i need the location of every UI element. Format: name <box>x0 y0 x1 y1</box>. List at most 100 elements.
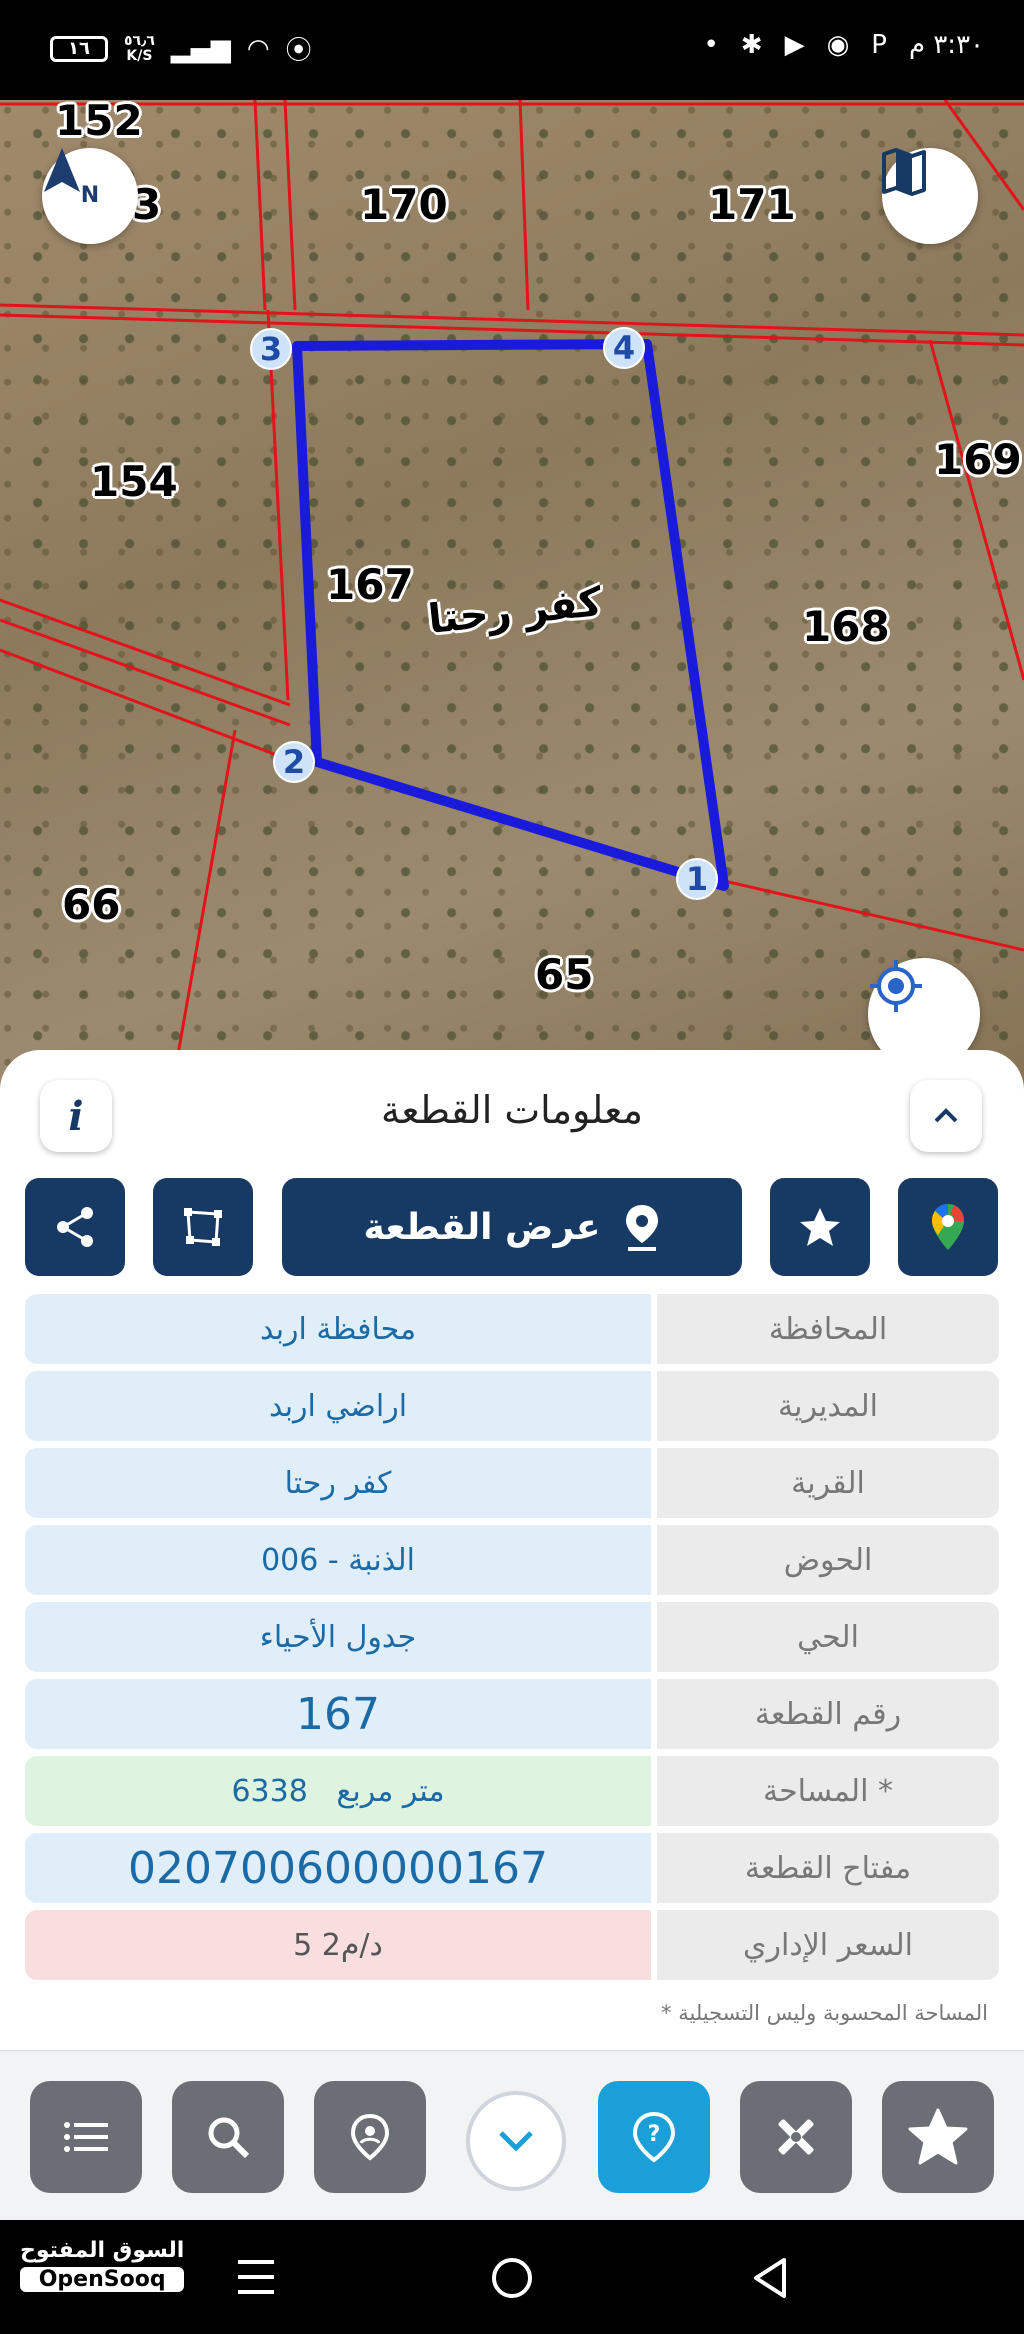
plot-info-panel: N i معلومات القطعة عرض القطعة <box>0 1050 1024 2050</box>
info-row: الذنبة - 006 الحوض <box>25 1525 999 1595</box>
plot-label[interactable]: 152 <box>55 100 143 145</box>
list-icon <box>64 2122 108 2152</box>
google-maps-icon <box>932 1204 964 1250</box>
plot-label[interactable]: 170 <box>360 180 448 229</box>
action-row: عرض القطعة <box>0 1178 1024 1278</box>
favorites-button[interactable] <box>882 2081 994 2193</box>
list-button[interactable] <box>30 2081 142 2193</box>
area-value: 6338 متر مربع <box>25 1756 651 1826</box>
map-layers-button[interactable] <box>882 148 978 244</box>
north-letter: N <box>80 183 100 208</box>
basin-label: الحوض <box>657 1525 999 1595</box>
locate-me-icon <box>870 960 922 1012</box>
info-row: 020700600000167 مفتاح القطعة <box>25 1833 999 1903</box>
home-icon[interactable] <box>490 2256 534 2300</box>
my-location-button[interactable] <box>314 2081 426 2193</box>
show-plot-button[interactable]: عرض القطعة <box>282 1178 742 1276</box>
info-row: 6338 متر مربع المساحة * <box>25 1756 999 1826</box>
admin-price-label: السعر الإداري <box>657 1910 999 1980</box>
panel-header: N i معلومات القطعة <box>0 1050 1024 1170</box>
opensooq-watermark: السوق المفتوح OpenSooq <box>20 2238 185 2292</box>
help-pin-icon: ? <box>632 2111 676 2163</box>
chrome-icon: ◉ <box>826 30 850 60</box>
draw-shape-button[interactable] <box>153 1178 253 1276</box>
location-pin-icon <box>350 2113 390 2161</box>
info-row: جدول الأحياء الحي <box>25 1602 999 1672</box>
parcel-vertex: 4 <box>603 327 645 369</box>
signal-icon: ▂▄▆ <box>170 33 231 64</box>
svg-text:?: ? <box>648 2122 661 2147</box>
favorite-button[interactable] <box>770 1178 870 1276</box>
plot-number-label: رقم القطعة <box>657 1679 999 1749</box>
governorate-value: محافظة اربد <box>25 1294 651 1364</box>
measure-tools-button[interactable] <box>740 2081 852 2193</box>
star-icon <box>908 2108 968 2165</box>
info-row: اراضي اربد المديرية <box>25 1371 999 1441</box>
plot-key-value: 020700600000167 <box>25 1833 651 1903</box>
neighborhood-value: جدول الأحياء <box>25 1602 651 1672</box>
parking-icon: P <box>871 30 887 60</box>
network-speed: ٥٦٫٦ K/S <box>124 32 155 64</box>
map-layers-icon <box>882 148 926 196</box>
parcel-vertex: 1 <box>676 858 718 900</box>
panel-title: معلومات القطعة <box>381 1088 643 1132</box>
plot-label[interactable]: 154 <box>90 457 178 506</box>
directorate-label: المديرية <box>657 1371 999 1441</box>
plot-label[interactable]: 66 <box>62 880 120 929</box>
status-bar: ١٦ ٥٦٫٦ K/S ▂▄▆ ◠ ⦿ • ✱ ▶ ◉ P ٣:٣٠ م <box>0 0 1024 100</box>
net-speed-value: ٥٦٫٦ <box>124 32 155 49</box>
back-icon[interactable] <box>750 2256 790 2300</box>
tools-icon <box>778 2119 814 2155</box>
plot-label[interactable]: 65 <box>535 950 593 999</box>
governorate-label: المحافظة <box>657 1294 999 1364</box>
chevron-down-icon <box>499 2131 533 2152</box>
plot-label[interactable]: 171 <box>708 180 796 229</box>
recent-apps-icon[interactable] <box>236 2258 276 2296</box>
info-row: محافظة اربد المحافظة <box>25 1294 999 1364</box>
plot-label[interactable]: 168 <box>802 602 890 651</box>
compass-north-icon <box>44 148 80 192</box>
search-icon <box>208 2117 250 2159</box>
info-row: 167 رقم القطعة <box>25 1679 999 1749</box>
village-label: القرية <box>657 1448 999 1518</box>
parcel-vertex: 2 <box>273 741 315 783</box>
info-row: كفر رحتا القرية <box>25 1448 999 1518</box>
map-pin-icon <box>626 1205 659 1251</box>
wifi-icon: ◠ <box>246 33 270 64</box>
village-value: كفر رحتا <box>25 1448 651 1518</box>
app-icon: ✱ <box>740 30 763 60</box>
plot-label[interactable]: 169 <box>934 435 1022 484</box>
clock: ٣:٣٠ م <box>908 30 984 60</box>
battery-icon: ١٦ <box>50 35 108 62</box>
watermark-arabic: السوق المفتوح <box>20 2238 185 2263</box>
neighborhood-label: الحي <box>657 1602 999 1672</box>
show-plot-label: عرض القطعة <box>363 1206 601 1248</box>
google-maps-button[interactable] <box>898 1178 998 1276</box>
bottom-toolbar: ? <box>0 2050 1024 2221</box>
polygon-select-icon <box>184 1208 222 1246</box>
info-row: 5 د/م2 السعر الإداري <box>25 1910 999 1980</box>
chevron-up-icon <box>934 1108 958 1123</box>
area-footnote: * المساحة المحسوبة وليس التسجيلية <box>661 2001 988 2025</box>
parcel-vertex: 3 <box>250 328 292 370</box>
map-view[interactable]: 152 3 170 171 154 169 167 168 66 65 كفر … <box>0 100 1024 1100</box>
plot-label[interactable]: 167 <box>326 560 414 609</box>
help-button[interactable]: ? <box>598 2081 710 2193</box>
plot-info-table: محافظة اربد المحافظة اراضي اربد المديرية… <box>25 1294 999 1987</box>
share-button[interactable] <box>25 1178 125 1276</box>
admin-price-value: 5 د/م2 <box>25 1910 651 1980</box>
dot-icon: • <box>703 30 719 60</box>
collapse-button[interactable] <box>910 1080 982 1152</box>
search-button[interactable] <box>172 2081 284 2193</box>
star-icon <box>800 1208 840 1246</box>
share-icon <box>57 1207 93 1247</box>
compass-north-button[interactable]: N <box>42 148 138 244</box>
directorate-value: اراضي اربد <box>25 1371 651 1441</box>
expand-menu-button[interactable] <box>466 2091 566 2191</box>
basin-value: الذنبة - 006 <box>25 1525 651 1595</box>
watermark-english: OpenSooq <box>20 2267 185 2292</box>
plot-key-label: مفتاح القطعة <box>657 1833 999 1903</box>
youtube-icon: ▶ <box>784 30 805 60</box>
net-speed-unit: K/S <box>126 47 153 64</box>
area-label: المساحة * <box>657 1756 999 1826</box>
